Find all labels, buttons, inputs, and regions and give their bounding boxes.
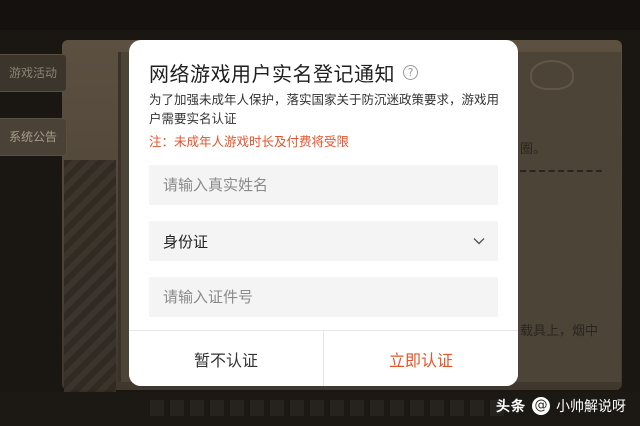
background-ornament-icon xyxy=(530,60,574,90)
background-rope-decoration xyxy=(64,160,116,400)
dialog-title: 网络游戏用户实名登记通知 xyxy=(149,62,395,86)
watermark-account: 小帅解说呀 xyxy=(556,399,626,415)
dialog-actions: 暂不认证 立即认证 xyxy=(129,330,518,386)
background-tab-events: 游戏活动 xyxy=(0,54,67,92)
skip-verification-button[interactable]: 暂不认证 xyxy=(129,331,324,386)
realname-dialog: 网络游戏用户实名登记通知 ? 为了加强未成年人保护，落实国家关于防沉迷政策要求，… xyxy=(129,40,518,386)
watermark-avatar-icon: @ xyxy=(532,397,550,415)
watermark: 头条 @ 小帅解说呀 xyxy=(496,396,626,416)
chevron-down-icon xyxy=(473,238,485,245)
background-divider xyxy=(520,170,602,176)
background-text-fragment: 圈。 xyxy=(520,142,547,157)
verify-now-button[interactable]: 立即认证 xyxy=(324,331,518,386)
id-type-selected: 身份证 xyxy=(163,232,209,251)
id-type-select[interactable]: 身份证 xyxy=(149,221,498,261)
id-number-input[interactable] xyxy=(149,277,498,317)
dialog-header: 网络游戏用户实名登记通知 ? xyxy=(149,58,418,87)
background-top-bar xyxy=(0,0,640,30)
background-text-fragment: 载具上，烟中 xyxy=(520,324,599,339)
minor-restriction-notice: 注：未成年人游戏时长及付费将受限 xyxy=(149,134,350,149)
question-circle-icon[interactable]: ? xyxy=(403,65,418,80)
watermark-brand: 头条 xyxy=(496,399,526,415)
dialog-description: 为了加强未成年人保护，落实国家关于防沉迷政策要求，游戏用户需要实名认证 xyxy=(149,92,500,126)
background-footer-text xyxy=(150,400,510,416)
real-name-input[interactable] xyxy=(149,165,498,205)
background-tab-announcements: 系统公告 xyxy=(0,118,67,156)
